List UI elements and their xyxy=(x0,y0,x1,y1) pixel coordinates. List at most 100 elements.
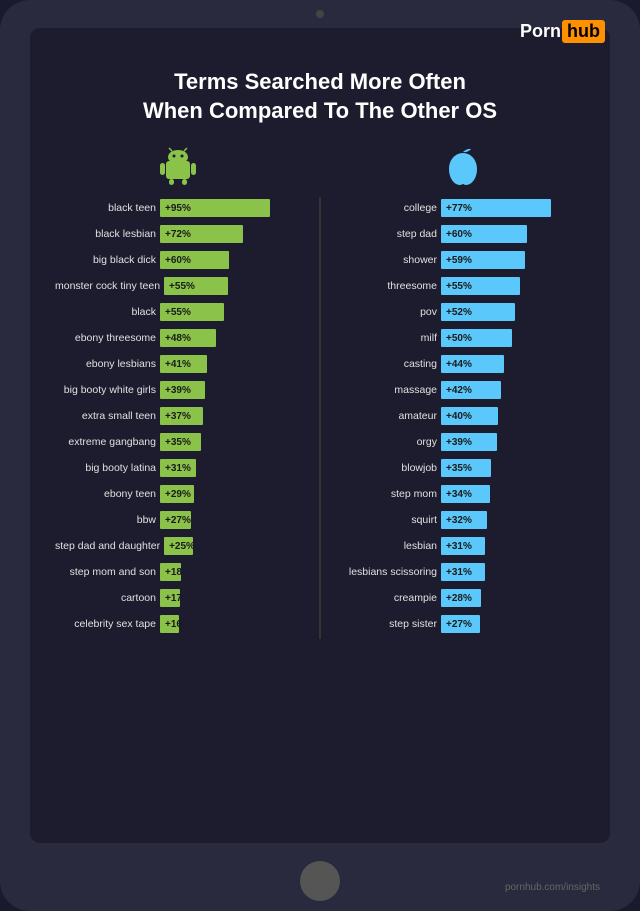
chart-divider xyxy=(319,197,321,639)
apple-bar-container: +31% xyxy=(441,563,585,581)
apple-bar-label: +59% xyxy=(446,255,472,266)
android-term-label: ebony threesome xyxy=(55,332,160,344)
android-bar: +48% xyxy=(160,329,216,347)
android-chart-row: ebony lesbians+41% xyxy=(55,353,304,375)
android-bar-container: +16 xyxy=(160,615,304,633)
android-bar-container: +37% xyxy=(160,407,304,425)
apple-bar: +50% xyxy=(441,329,512,347)
android-bar-label: +27% xyxy=(165,515,191,526)
apple-bar-label: +28% xyxy=(446,593,472,604)
android-bar-label: +37% xyxy=(165,411,191,422)
apple-chart-row: milf+50% xyxy=(336,327,585,349)
apple-bar: +35% xyxy=(441,459,491,477)
android-bar: +16 xyxy=(160,615,179,633)
apple-bar-container: +40% xyxy=(441,407,585,425)
android-chart-row: bbw+27% xyxy=(55,509,304,531)
apple-bar-container: +34% xyxy=(441,485,585,503)
apple-chart-row: shower+59% xyxy=(336,249,585,271)
apple-bar-label: +32% xyxy=(446,515,472,526)
apple-term-label: milf xyxy=(336,332,441,344)
android-bar: +17 xyxy=(160,589,180,607)
apple-bar: +31% xyxy=(441,537,485,555)
android-bar: +37% xyxy=(160,407,203,425)
apple-bar: +40% xyxy=(441,407,498,425)
apple-bar: +28% xyxy=(441,589,481,607)
android-chart-row: black teen+95% xyxy=(55,197,304,219)
apple-bar: +55% xyxy=(441,277,520,295)
apple-bar-label: +35% xyxy=(446,463,472,474)
apple-bar-container: +50% xyxy=(441,329,585,347)
android-bar-container: +17 xyxy=(160,589,304,607)
android-term-label: black xyxy=(55,306,160,318)
apple-bar-label: +60% xyxy=(446,229,472,240)
android-term-label: extreme gangbang xyxy=(55,436,160,448)
android-bar: +95% xyxy=(160,199,270,217)
android-bar-label: +17 xyxy=(165,593,182,604)
android-chart-row: big booty latina+31% xyxy=(55,457,304,479)
android-term-label: step mom and son xyxy=(55,566,160,578)
android-bar: +29% xyxy=(160,485,194,503)
apple-term-label: squirt xyxy=(336,514,441,526)
apple-bar: +39% xyxy=(441,433,497,451)
android-bar-label: +48% xyxy=(165,333,191,344)
android-term-label: black lesbian xyxy=(55,228,160,240)
apple-term-label: amateur xyxy=(336,410,441,422)
apple-chart-row: step sister+27% xyxy=(336,613,585,635)
chart-title: Terms Searched More Often When Compared … xyxy=(55,68,585,125)
apple-chart-row: threesome+55% xyxy=(336,275,585,297)
apple-bar-container: +44% xyxy=(441,355,585,373)
android-bar: +55% xyxy=(164,277,228,295)
apple-bar-container: +60% xyxy=(441,225,585,243)
apple-bar: +32% xyxy=(441,511,487,529)
android-bar: +35% xyxy=(160,433,201,451)
android-bar-label: +95% xyxy=(165,203,191,214)
apple-bar-container: +35% xyxy=(441,459,585,477)
android-bar: +55% xyxy=(160,303,224,321)
apple-term-label: massage xyxy=(336,384,441,396)
apple-chart-row: casting +44% xyxy=(336,353,585,375)
android-icon xyxy=(158,145,198,185)
apple-bar: +27% xyxy=(441,615,480,633)
apple-term-label: lesbian xyxy=(336,540,441,552)
apple-bar-label: +55% xyxy=(446,281,472,292)
apple-term-label: creampie xyxy=(336,592,441,604)
android-bar-container: +95% xyxy=(160,199,304,217)
footer-url: pornhub.com/insights xyxy=(505,882,600,893)
os-icons-row xyxy=(55,145,585,187)
android-chart-row: big booty white girls+39% xyxy=(55,379,304,401)
home-button[interactable] xyxy=(300,861,340,901)
apple-bar-label: +52% xyxy=(446,307,472,318)
apple-term-label: step dad xyxy=(336,228,441,240)
apple-bar-label: +44% xyxy=(446,359,472,370)
apple-term-label: casting xyxy=(336,358,441,370)
android-chart: black teen+95%black lesbian+72%big black… xyxy=(55,197,304,639)
android-chart-row: extreme gangbang +35% xyxy=(55,431,304,453)
android-bar-container: +55% xyxy=(160,303,304,321)
android-bar-label: +35% xyxy=(165,437,191,448)
apple-term-label: orgy xyxy=(336,436,441,448)
android-bar-container: +60% xyxy=(160,251,304,269)
android-bar-container: +31% xyxy=(160,459,304,477)
apple-bar-label: +34% xyxy=(446,489,472,500)
android-bar-label: +55% xyxy=(165,307,191,318)
android-chart-row: big black dick+60% xyxy=(55,249,304,271)
apple-bar: +60% xyxy=(441,225,527,243)
android-bar-label: +16 xyxy=(165,619,182,630)
android-bar: +39% xyxy=(160,381,205,399)
apple-bar: +52% xyxy=(441,303,515,321)
apple-bar-label: +39% xyxy=(446,437,472,448)
apple-chart-row: step mom+34% xyxy=(336,483,585,505)
android-term-label: extra small teen xyxy=(55,410,160,422)
android-chart-row: monster cock tiny teen+55% xyxy=(55,275,304,297)
apple-bar: +42% xyxy=(441,381,501,399)
apple-term-label: step sister xyxy=(336,618,441,630)
android-term-label: step dad and daughter xyxy=(55,540,164,552)
apple-bar: +31% xyxy=(441,563,485,581)
android-bar-container: +41% xyxy=(160,355,304,373)
android-term-label: ebony lesbians xyxy=(55,358,160,370)
android-bar-label: +18 xyxy=(165,567,182,578)
chart-container: black teen+95%black lesbian+72%big black… xyxy=(55,197,585,639)
android-bar-label: +29% xyxy=(165,489,191,500)
apple-chart-row: massage+42% xyxy=(336,379,585,401)
apple-bar: +77% xyxy=(441,199,551,217)
